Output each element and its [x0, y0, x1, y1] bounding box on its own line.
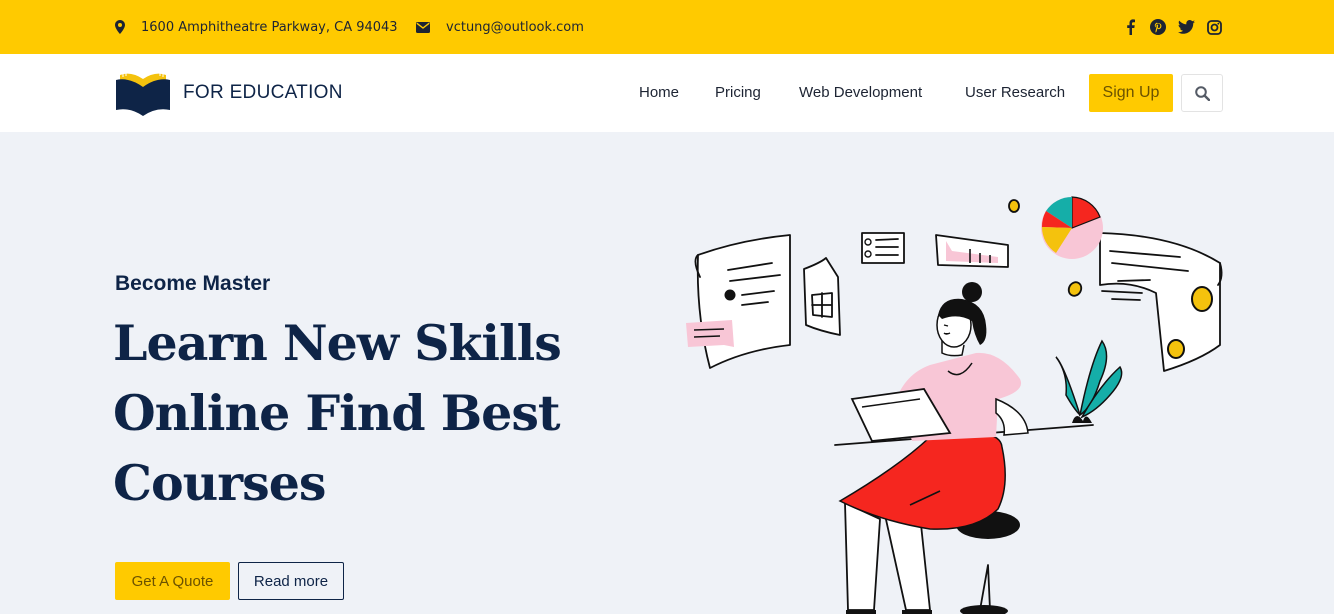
read-more-button[interactable]: Read more	[238, 562, 344, 600]
nav-pricing[interactable]: Pricing	[715, 84, 761, 101]
hero-subtitle: Become Master	[115, 272, 271, 295]
address-text: 1600 Amphitheatre Parkway, CA 94043	[141, 19, 398, 35]
nav-home[interactable]: Home	[639, 84, 679, 101]
search-icon	[1194, 85, 1210, 101]
email-link[interactable]: vctung@outlook.com	[446, 20, 584, 35]
get-quote-button[interactable]: Get A Quote	[115, 562, 230, 600]
open-book-logo-icon	[116, 73, 170, 116]
twitter-icon[interactable]	[1177, 18, 1195, 36]
facebook-icon[interactable]	[1121, 18, 1139, 36]
main-navbar: FOR EDUCATION Home Pricing Web Developme…	[0, 54, 1334, 132]
hero-illustration	[686, 196, 1223, 614]
pinterest-icon[interactable]	[1149, 18, 1167, 36]
search-button[interactable]	[1181, 74, 1223, 112]
signup-button[interactable]: Sign Up	[1089, 74, 1173, 112]
envelope-icon	[416, 21, 430, 33]
social-links	[1121, 0, 1223, 54]
nav-user-research[interactable]: User Research	[965, 84, 1065, 101]
instagram-icon[interactable]	[1205, 18, 1223, 36]
brand-name: FOR EDUCATION	[183, 82, 343, 103]
top-bar: 1600 Amphitheatre Parkway, CA 94043 vctu…	[0, 0, 1334, 54]
address-info: 1600 Amphitheatre Parkway, CA 94043	[115, 0, 398, 54]
nav-web-development[interactable]: Web Development	[799, 84, 922, 101]
hero-title: Learn New Skills Online Find Best Course…	[113, 314, 562, 512]
brand-logo-link[interactable]: FOR EDUCATION	[115, 70, 343, 116]
map-marker-icon	[115, 20, 125, 34]
email-info: vctung@outlook.com	[416, 0, 584, 54]
